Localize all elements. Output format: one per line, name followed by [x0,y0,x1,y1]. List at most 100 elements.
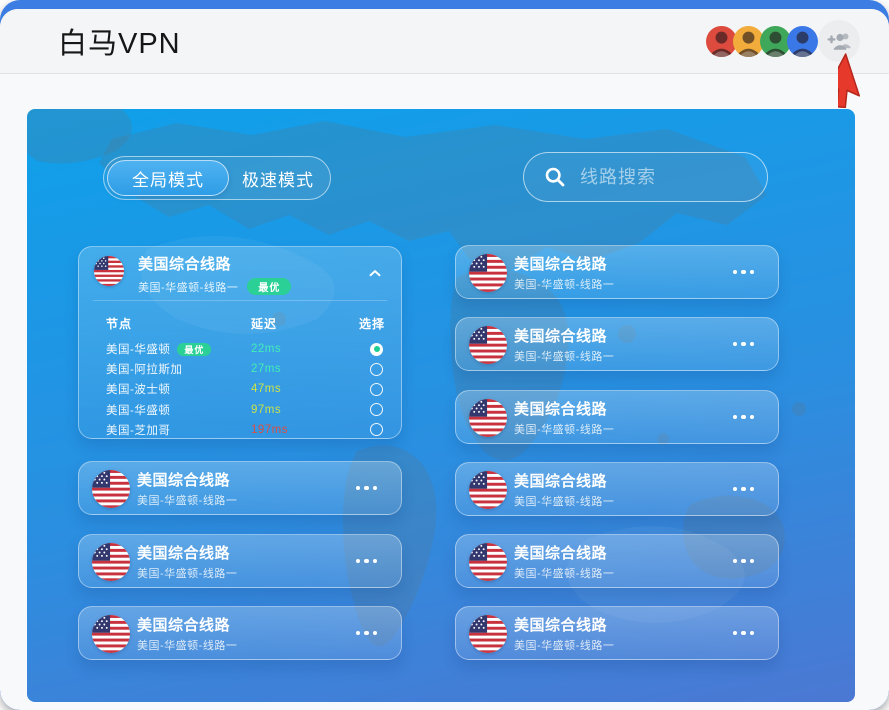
line-subtitle: 美国-华盛顿-线路一 [137,495,238,507]
table-header: 节点 延迟 选择 [106,311,387,335]
line-title: 美国综合线路 [137,472,231,489]
line-card-expanded: 美国综合线路 美国-华盛顿-线路一 最优 节点 延迟 选择 美国-华盛顿 最优 … [78,246,402,439]
more-options-button[interactable] [352,607,382,659]
line-title: 美国综合线路 [514,473,608,490]
avatar-row [706,20,860,62]
line-title: 美国综合线路 [138,256,232,273]
search-icon [545,167,565,187]
line-subtitle: 美国-华盛顿-线路一 [514,424,615,436]
line-card[interactable]: 美国综合线路 美国-华盛顿-线路一 [455,606,779,660]
us-flag-icon [92,615,130,653]
search-input[interactable] [578,165,751,189]
line-title: 美国综合线路 [514,328,608,345]
ellipsis-icon [732,486,754,492]
line-title: 美国综合线路 [137,617,231,634]
ellipsis-icon [355,630,377,636]
latency-value: 197ms [251,423,289,436]
us-flag-icon [469,471,507,509]
more-options-button[interactable] [729,607,759,659]
us-flag-icon [469,399,507,437]
line-subtitle: 美国-华盛顿-线路一 [514,496,615,508]
collapse-button[interactable] [363,261,387,285]
line-card[interactable]: 美国综合线路 美国-华盛顿-线路一 [78,606,402,660]
ellipsis-icon [732,414,754,420]
vpn-panel: 全局模式 极速模式 美国综合线路 [27,109,855,702]
line-title: 美国综合线路 [514,617,608,634]
add-person-icon [827,33,851,50]
content-area: 全局模式 极速模式 美国综合线路 [0,74,889,710]
search-box [523,152,768,202]
table-row: 美国-波士顿 47ms [106,379,387,399]
ellipsis-icon [732,341,754,347]
line-card[interactable]: 美国综合线路 美国-华盛顿-线路一 [455,462,779,516]
node-name: 美国-华盛顿 [106,344,171,357]
node-name: 美国-阿拉斯加 [106,364,183,377]
node-name: 美国-芝加哥 [106,424,171,437]
line-card[interactable]: 美国综合线路 美国-华盛顿-线路一 [455,390,779,444]
divider [93,300,387,301]
line-subtitle: 美国-华盛顿-线路一 [514,279,615,291]
line-card[interactable]: 美国综合线路 美国-华盛顿-线路一 [78,534,402,588]
more-options-button[interactable] [729,318,759,370]
select-radio[interactable] [370,423,383,437]
table-row: 美国-阿拉斯加 27ms [106,359,387,379]
table-row: 美国-华盛顿 最优 22ms [106,339,387,359]
us-flag-icon [94,256,124,286]
us-flag-icon [469,326,507,364]
more-options-button[interactable] [729,535,759,587]
us-flag-icon [469,615,507,653]
line-subtitle: 美国-华盛顿-线路一 [514,351,615,363]
ellipsis-icon [355,485,377,491]
header: 白马VPN [0,9,889,74]
line-subtitle: 美国-华盛顿-线路一 [137,640,238,652]
best-badge: 最优 [247,278,292,295]
app-title: 白马VPN [58,28,181,60]
tab-global-mode[interactable]: 全局模式 [107,160,229,196]
col-latency: 延迟 [251,316,278,331]
line-title: 美国综合线路 [514,545,608,562]
app-window: 白马VPN 全局模式 极速模式 线路搜索 美国综合线路 美国-华盛顿-线路一 最… [0,0,889,710]
node-table: 节点 延迟 选择 美国-华盛顿 最优 22ms 美国-阿拉斯加 27ms 美国-… [106,311,387,440]
select-radio[interactable] [370,342,383,356]
select-radio[interactable] [370,382,383,396]
line-card[interactable]: 美国综合线路 美国-华盛顿-线路一 [455,317,779,371]
more-options-button[interactable] [352,535,382,587]
table-row: 美国-芝加哥 197ms [106,420,387,440]
ellipsis-icon [732,558,754,564]
col-node: 节点 [106,316,133,331]
node-name: 美国-波士顿 [106,384,171,397]
chevron-up-icon [369,270,381,277]
mode-tabs: 全局模式 极速模式 [103,156,331,200]
line-subtitle: 美国-华盛顿-线路一 [138,281,239,294]
more-options-button[interactable] [729,391,759,443]
more-options-button[interactable] [729,463,759,515]
latency-value: 22ms [251,343,282,356]
line-card[interactable]: 美国综合线路 美国-华盛顿-线路一 [455,245,779,299]
more-options-button[interactable] [352,462,382,514]
expanded-card-header: 美国综合线路 美国-华盛顿-线路一 最优 [138,256,292,295]
line-subtitle: 美国-华盛顿-线路一 [514,640,615,652]
line-title: 美国综合线路 [514,401,608,418]
us-flag-icon [469,543,507,581]
line-subtitle: 美国-华盛顿-线路一 [137,568,238,580]
latency-value: 27ms [251,363,282,376]
select-radio[interactable] [370,403,383,417]
user-avatar-4[interactable] [787,25,818,57]
person-icon [791,31,814,57]
col-select: 选择 [358,316,385,331]
select-radio[interactable] [370,362,383,376]
line-subtitle: 美国-华盛顿-线路一 [514,568,615,580]
us-flag-icon [92,470,130,508]
line-card[interactable]: 美国综合线路 美国-华盛顿-线路一 [455,534,779,588]
us-flag-icon [469,254,507,292]
latency-value: 97ms [251,403,282,416]
tab-speed-mode[interactable]: 极速模式 [229,160,327,196]
more-options-button[interactable] [729,246,759,298]
line-title: 美国综合线路 [514,256,608,273]
latency-value: 47ms [251,383,282,396]
add-user-button[interactable] [818,20,860,62]
line-card[interactable]: 美国综合线路 美国-华盛顿-线路一 [78,461,402,515]
line-title: 美国综合线路 [137,545,231,562]
table-row: 美国-华盛顿 97ms [106,400,387,420]
ellipsis-icon [732,269,754,275]
